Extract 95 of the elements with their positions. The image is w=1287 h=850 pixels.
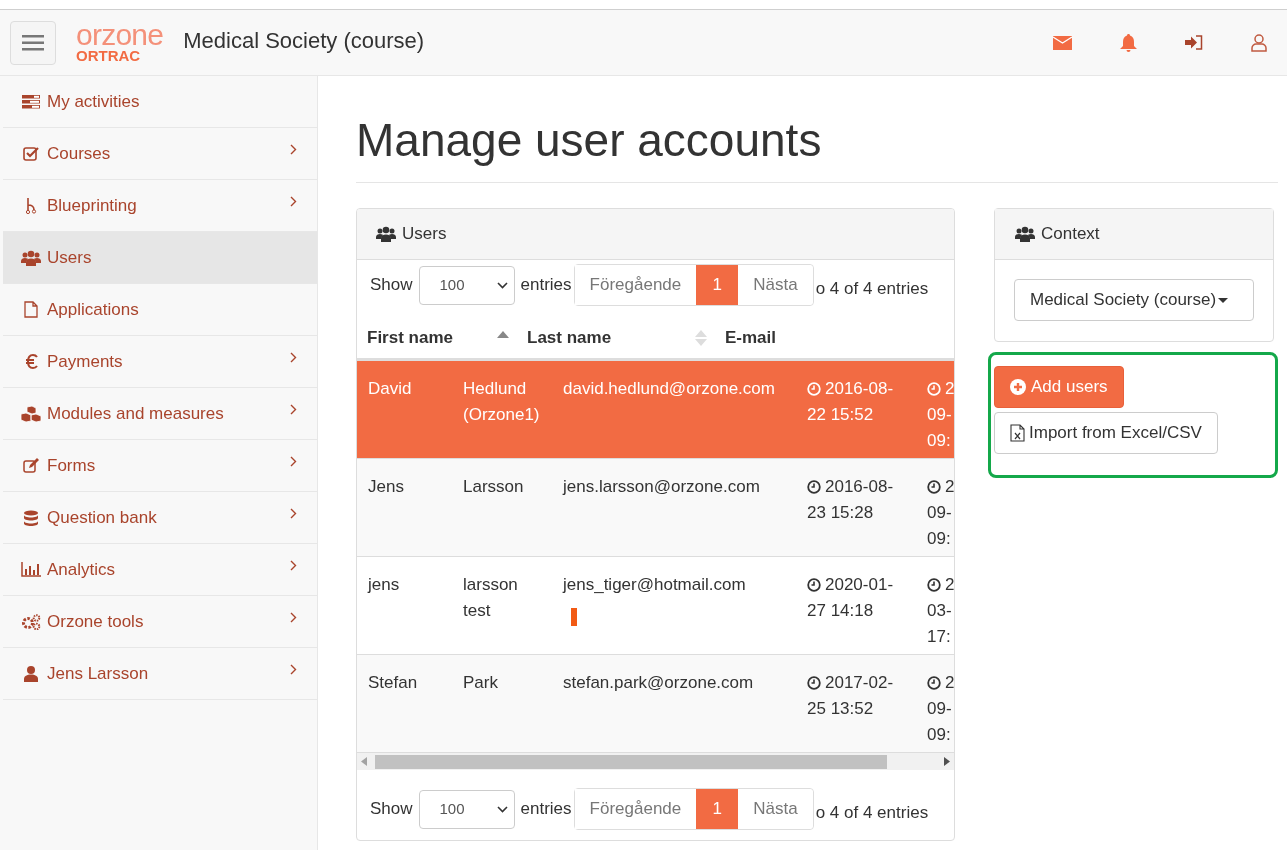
entries-label: entries [520,274,572,297]
euro-icon [24,354,38,369]
page-button[interactable]: 1 [696,265,739,305]
column-header[interactable]: E-mail [715,325,954,351]
clock-icon [807,578,821,592]
panel-title: Context [1041,223,1100,246]
panel-title: Users [402,223,447,246]
column-header[interactable]: Last name [517,325,715,351]
database-icon [24,509,38,526]
clock-icon [927,676,941,690]
sidebar-item-label: Forms [47,454,96,477]
show-label: Show [370,274,413,297]
table-cell-text: 2017-02-25 13:52 [806,672,895,720]
add-users-button[interactable]: Add users [994,366,1124,408]
logo-text: orzone [76,21,164,48]
clock-icon [927,578,941,592]
sidebar-item-label: Question bank [47,506,157,529]
sort-ascending-icon[interactable] [497,330,509,338]
page-size-select[interactable]: 100 [418,265,515,305]
table-cell-text: 2 09- 09: [926,476,954,550]
table-row[interactable]: Stefan Park stefan.park@orzone.com 2017-02-25 13:52 2 09- 09: [357,654,954,752]
entries-info: o 4 of 4 entries [815,278,929,301]
scroll-left-icon[interactable] [361,757,367,766]
page-title: Manage user accounts [356,113,823,168]
sidebar-item-label: Jens Larsson [47,662,149,685]
file-icon [24,301,38,318]
entries-label: entries [520,798,572,821]
course-title: Medical Society (course) [183,27,425,55]
sidebar-item-label: My activities [47,90,140,113]
chevron-down-icon [496,805,508,813]
checkbox-icon [23,146,39,161]
table-cell-text: david.hedlund@orzone.com [563,378,775,400]
table-cell-text: Stefan [367,672,419,694]
table-cell-text: 2020-01-27 14:18 [806,574,895,622]
users-icon [1015,226,1035,242]
table-row[interactable]: David Hedlund (Orzone1) david.hedlund@orzone.com 2016-08-22 15:52 2 09- 09: [357,360,954,458]
sidebar-item-label: Courses [47,142,111,165]
logo-subtext: ORTRAC [76,47,142,64]
context-dropdown[interactable]: Medical Society (course) [1014,279,1254,321]
caret-icon [1218,297,1229,303]
user-icon[interactable] [1251,33,1267,52]
sidebar-item-label: Modules and measures [47,402,224,425]
table-cell-text: 2016-08-22 15:52 [806,378,895,426]
branch-icon [25,197,37,214]
import-button[interactable]: Import from Excel/CSV [994,412,1218,454]
page-button[interactable]: 1 [696,789,739,829]
show-label: Show [370,798,413,821]
table-cell-text: 2016-08-23 15:28 [806,476,895,524]
list-icon [22,94,40,109]
sidebar-item-label: Payments [47,350,123,373]
edit-icon [22,458,40,473]
sidebar-item-label: Blueprinting [47,194,137,217]
excel-file-icon [1010,424,1025,442]
table-cell-text: Park [462,672,499,694]
sidebar-item-label: Users [47,246,92,269]
clock-icon [927,382,941,396]
page-size-select[interactable]: 100 [418,789,515,829]
sidebar-item-label: Analytics [47,558,116,581]
column-header[interactable]: First name [357,325,517,351]
table-cell-text: 2 09- 09: [926,378,954,452]
entries-info: o 4 of 4 entries [815,802,929,825]
envelope-icon[interactable] [1053,35,1072,50]
table-row[interactable]: Jens Larsson jens.larsson@orzone.com 2016-08-23 15:28 2 09- 09: [357,458,954,556]
table-cell-text: jens [366,574,401,596]
table-cell-text: jens.larsson@orzone.com [563,476,760,498]
user-icon [24,665,38,682]
table-cell-text: David [367,378,413,400]
bell-icon[interactable] [1120,33,1137,52]
clock-icon [807,676,821,690]
plus-circle-icon [1010,379,1026,395]
table-cell-text: stefan.park@orzone.com [563,672,754,694]
sidebar-item-label: Applications [47,298,139,321]
table-cell-text: Jens [367,476,405,498]
horizontal-scrollbar[interactable] [357,752,954,770]
table-cell-text: larsson test [462,574,519,622]
table-cell-text: jens_tiger@hotmail.com [563,574,746,596]
cubes-icon [20,405,42,422]
scrollbar-thumb[interactable] [375,754,887,769]
table-cell-text: Larsson [462,476,525,498]
clock-icon [927,480,941,494]
chevron-down-icon [496,281,508,289]
sidebar-item-label: Orzone tools [47,610,144,633]
bar-chart-icon [21,562,41,577]
table-cell-text: Hedlund (Orzone1) [462,378,541,426]
clock-icon [807,382,821,396]
sidebar-item[interactable]: Users [3,232,317,284]
scroll-right-icon[interactable] [944,757,950,766]
table-cell-text: 2 09- 09: [926,672,954,746]
users-icon [376,226,396,242]
menu-icon [22,34,44,51]
table-cell-text: 2 03- 17: [926,574,954,648]
users-icon [21,249,41,266]
clock-icon [807,480,821,494]
sign-in-icon[interactable] [1185,35,1203,50]
menu-button[interactable] [10,20,56,65]
